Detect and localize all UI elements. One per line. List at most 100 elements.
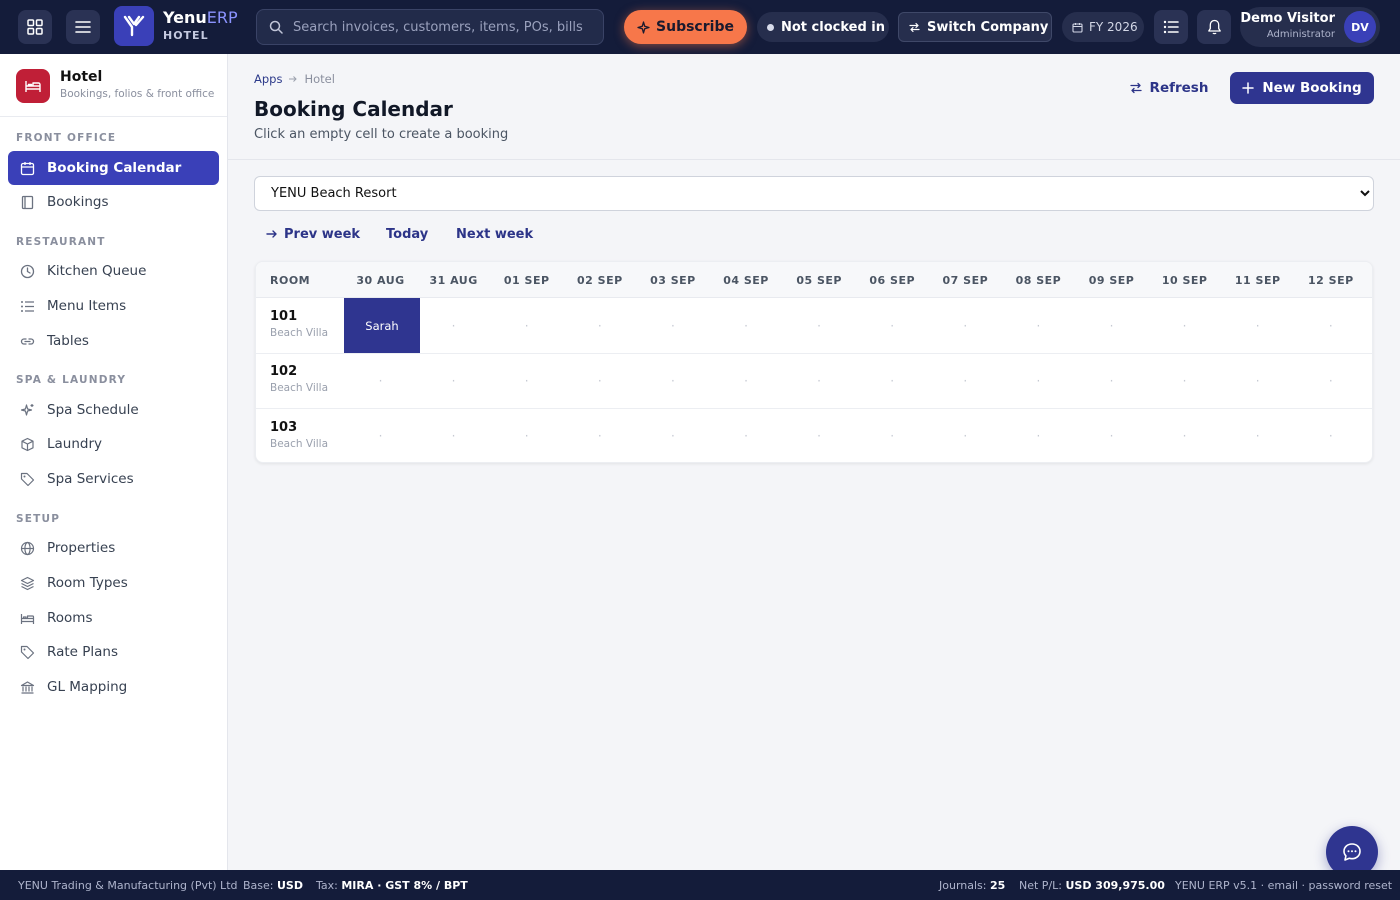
empty-cell[interactable]: · xyxy=(710,298,783,353)
empty-cell[interactable]: · xyxy=(344,409,417,462)
breadcrumb-apps[interactable]: Apps xyxy=(254,72,282,86)
clock-status[interactable]: Not clocked in xyxy=(757,12,889,42)
empty-cell[interactable]: · xyxy=(1075,298,1148,353)
empty-cell[interactable]: · xyxy=(1294,353,1367,408)
empty-cell[interactable]: · xyxy=(783,409,856,462)
brand-module: HOTEL xyxy=(163,29,209,42)
date-header: 06 SEP xyxy=(869,273,916,287)
list-icon xyxy=(21,300,34,312)
footer-tax-label: Tax: xyxy=(316,878,338,892)
empty-cell[interactable]: · xyxy=(929,298,1002,353)
empty-cell[interactable]: · xyxy=(490,409,563,462)
brand-name: Yenu xyxy=(163,8,207,27)
empty-cell[interactable]: · xyxy=(783,353,856,408)
today-button[interactable]: Today xyxy=(386,224,428,244)
empty-cell[interactable]: · xyxy=(417,409,490,462)
empty-cell[interactable]: · xyxy=(856,409,929,462)
date-header: 02 SEP xyxy=(577,273,623,287)
empty-cell[interactable]: · xyxy=(1148,298,1221,353)
brand: YenuERP HOTEL xyxy=(163,8,238,43)
empty-cell[interactable]: · xyxy=(1002,353,1075,408)
empty-cell[interactable]: · xyxy=(1075,353,1148,408)
empty-cell[interactable]: · xyxy=(1002,298,1075,353)
bell-icon xyxy=(1207,19,1221,35)
plus-icon xyxy=(1242,82,1255,94)
empty-cell[interactable]: · xyxy=(1002,409,1075,462)
empty-cell[interactable]: · xyxy=(1294,409,1367,462)
empty-cell[interactable]: · xyxy=(856,298,929,353)
new-booking-button[interactable]: New Booking xyxy=(1230,72,1374,104)
apps-grid-button[interactable] xyxy=(18,10,52,44)
user-menu[interactable]: Demo Visitor Administrator DV xyxy=(1240,7,1380,47)
footer-company: YENU Trading & Manufacturing (Pvt) Ltd xyxy=(18,878,238,892)
empty-cell[interactable]: · xyxy=(783,298,856,353)
sidebar-item-kitchen-queue[interactable]: Kitchen Queue xyxy=(8,254,219,288)
empty-cell[interactable]: · xyxy=(563,409,636,462)
empty-cell[interactable]: · xyxy=(1221,353,1294,408)
booking-block[interactable]: Sarah xyxy=(344,298,420,353)
tag-icon xyxy=(20,472,35,486)
logo[interactable] xyxy=(114,6,154,46)
empty-cell[interactable]: · xyxy=(417,298,490,353)
sidebar-item-gl-mapping[interactable]: GL Mapping xyxy=(8,670,219,704)
empty-cell[interactable]: · xyxy=(929,353,1002,408)
switch-company-button[interactable]: Switch Company xyxy=(898,12,1052,42)
prev-week-button[interactable]: Prev week xyxy=(266,224,360,244)
notifications-button[interactable] xyxy=(1197,10,1231,44)
sidebar-item-spa-schedule[interactable]: Spa Schedule xyxy=(8,393,219,427)
sidebar-item-label: Menu Items xyxy=(47,298,127,314)
sidebar-item-rate-plans[interactable]: Rate Plans xyxy=(8,635,219,669)
room-type: Beach Villa xyxy=(270,327,329,339)
list-icon xyxy=(1163,20,1179,34)
subscribe-button[interactable]: Subscribe xyxy=(624,10,747,44)
menu-toggle-button[interactable] xyxy=(66,10,100,44)
empty-cell[interactable]: · xyxy=(1294,298,1367,353)
sidebar-item-menu-items[interactable]: Menu Items xyxy=(8,289,219,323)
search-input[interactable] xyxy=(293,19,583,35)
empty-cell[interactable]: · xyxy=(563,298,636,353)
empty-cell[interactable]: · xyxy=(636,409,709,462)
sidebar-item-bookings[interactable]: Bookings xyxy=(8,185,219,219)
room-label: 101 Beach Villa xyxy=(270,309,328,339)
sidebar-item-spa-services[interactable]: Spa Services xyxy=(8,462,219,496)
empty-cell[interactable]: · xyxy=(1075,409,1148,462)
refresh-button[interactable]: Refresh xyxy=(1120,72,1218,104)
empty-cell[interactable]: · xyxy=(1221,409,1294,462)
sidebar-item-label: Laundry xyxy=(47,436,103,452)
empty-cell[interactable]: · xyxy=(636,353,709,408)
bed-icon xyxy=(25,81,41,92)
empty-cell[interactable]: · xyxy=(344,353,417,408)
sidebar-item-properties[interactable]: Properties xyxy=(8,531,219,565)
sidebar-item-laundry[interactable]: Laundry xyxy=(8,427,219,461)
room-label: 102 Beach Villa xyxy=(270,364,328,394)
date-header: 04 SEP xyxy=(723,273,769,287)
sidebar-item-booking-calendar[interactable]: Booking Calendar xyxy=(8,151,219,185)
empty-cell[interactable]: · xyxy=(490,353,563,408)
empty-cell[interactable]: · xyxy=(1148,409,1221,462)
sidebar-item-tables[interactable]: Tables xyxy=(8,324,219,358)
empty-cell[interactable]: · xyxy=(636,298,709,353)
chat-icon xyxy=(1343,843,1361,861)
sidebar-item-rooms[interactable]: Rooms xyxy=(8,601,219,635)
property-select[interactable]: YENU Beach Resort xyxy=(254,176,1374,211)
empty-cell[interactable]: · xyxy=(710,353,783,408)
page-title: Booking Calendar xyxy=(254,97,453,121)
task-list-button[interactable] xyxy=(1154,10,1188,44)
sidebar-item-room-types[interactable]: Room Types xyxy=(8,566,219,600)
swap-icon xyxy=(909,22,920,32)
empty-cell[interactable]: · xyxy=(929,409,1002,462)
footer-version: YENU ERP v5.1 · email · password reset xyxy=(1175,878,1393,892)
room-type: Beach Villa xyxy=(270,382,329,395)
empty-cell[interactable]: · xyxy=(1148,353,1221,408)
arrow-right-icon xyxy=(289,76,298,82)
empty-cell[interactable]: · xyxy=(710,409,783,462)
empty-cell[interactable]: · xyxy=(856,353,929,408)
empty-cell[interactable]: · xyxy=(1221,298,1294,353)
empty-cell[interactable]: · xyxy=(563,353,636,408)
subscribe-label: Subscribe xyxy=(656,19,734,35)
date-header: 07 SEP xyxy=(942,273,989,287)
empty-cell[interactable]: · xyxy=(417,353,490,408)
empty-cell[interactable]: · xyxy=(490,298,563,353)
fiscal-year-badge[interactable]: FY 2026 xyxy=(1062,12,1144,42)
next-week-button[interactable]: Next week xyxy=(456,224,533,244)
